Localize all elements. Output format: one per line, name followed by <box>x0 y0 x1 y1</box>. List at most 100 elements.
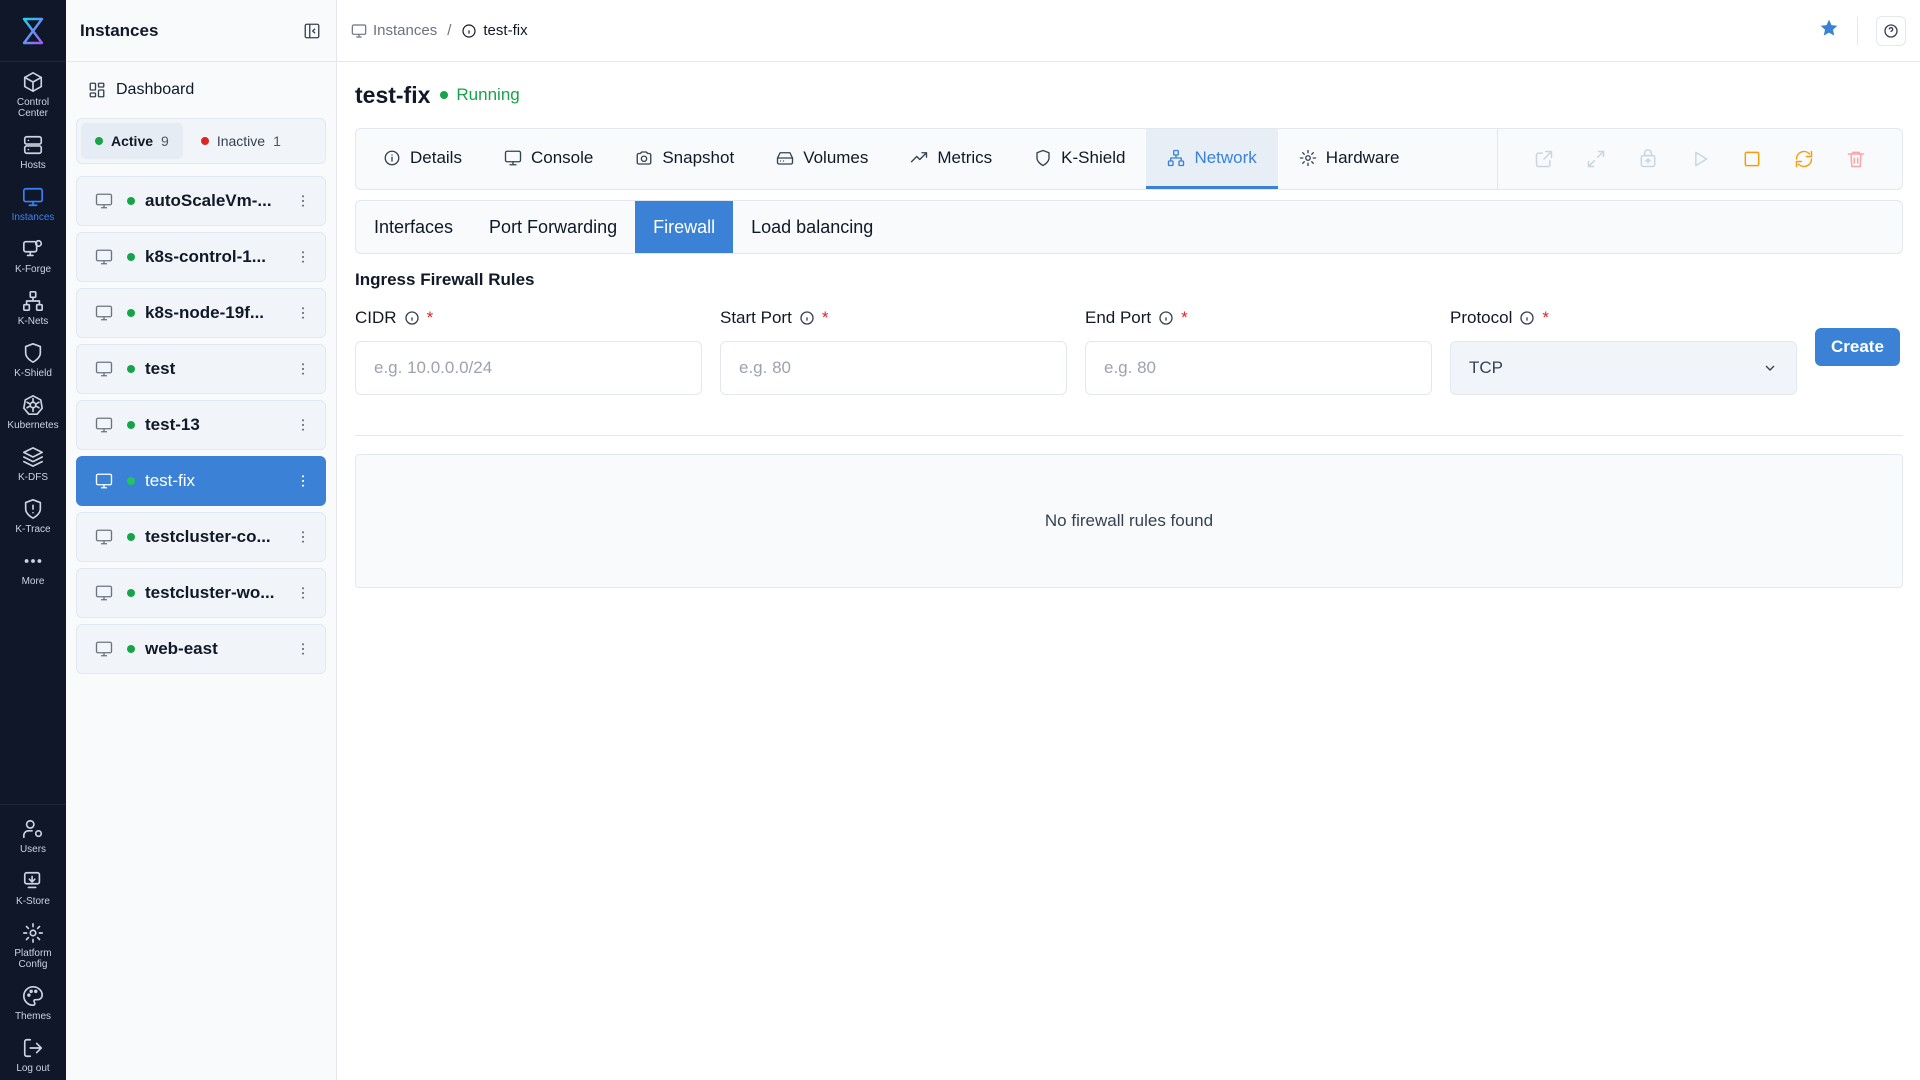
rail-item-k-nets[interactable]: K-Nets <box>0 281 66 333</box>
section-title: Ingress Firewall Rules <box>355 270 535 289</box>
rail-item-users[interactable]: Users <box>0 809 66 861</box>
info-icon <box>462 23 476 38</box>
info-icon[interactable] <box>1519 310 1535 326</box>
network-subtabs: Interfaces Port Forwarding Firewall Load… <box>355 200 1903 254</box>
instance-item[interactable]: testcluster-wo... <box>76 568 326 618</box>
forge-icon <box>23 239 43 257</box>
end-port-input[interactable] <box>1085 341 1432 395</box>
monitor-icon <box>95 585 113 601</box>
protocol-select[interactable]: TCP <box>1450 341 1797 395</box>
filter-inactive-button[interactable]: Inactive 1 <box>187 123 295 159</box>
migrate-button[interactable] <box>1632 143 1664 175</box>
rail-item-themes[interactable]: Themes <box>0 976 66 1028</box>
info-icon[interactable] <box>1158 310 1174 326</box>
topbar-divider <box>1857 16 1858 45</box>
trend-icon <box>911 151 928 162</box>
stop-button[interactable] <box>1736 143 1768 175</box>
instance-menu-button[interactable] <box>295 417 311 433</box>
rail-item-hosts[interactable]: Hosts <box>0 125 66 177</box>
expand-button[interactable] <box>1580 143 1612 175</box>
rail-item-log-out[interactable]: Log out <box>0 1028 66 1080</box>
rail-item-kubernetes[interactable]: Kubernetes <box>0 385 66 437</box>
info-icon[interactable] <box>404 310 420 326</box>
monitor-icon <box>504 150 522 165</box>
help-button[interactable] <box>1876 15 1906 46</box>
top-bar: Instances / test-fix <box>337 0 1920 62</box>
rail-label: K-DFS <box>18 472 48 483</box>
rail-item-control-center[interactable]: Control Center <box>0 62 66 125</box>
instance-item[interactable]: k8s-control-1... <box>76 232 326 282</box>
rail-item-k-trace[interactable]: K-Trace <box>0 489 66 541</box>
monitor-icon <box>95 361 113 377</box>
stop-icon <box>1744 151 1760 167</box>
subtab-port-forwarding[interactable]: Port Forwarding <box>471 201 635 253</box>
tab-hardware[interactable]: Hardware <box>1278 129 1421 189</box>
kebab-menu-icon <box>301 251 305 263</box>
tab-label: Metrics <box>937 147 993 167</box>
tab-network[interactable]: Network <box>1146 129 1278 189</box>
dashboard-icon <box>89 82 105 98</box>
collapse-sidebar-button[interactable] <box>302 21 322 41</box>
instance-item[interactable]: autoScaleVm-... <box>76 176 326 226</box>
instance-item[interactable]: test-fix <box>76 456 326 506</box>
monitor-icon <box>95 249 113 265</box>
instance-menu-button[interactable] <box>295 473 311 489</box>
instance-list: autoScaleVm-... k8s-control-1... k8s-node-… <box>66 176 336 674</box>
filter-inactive-label: Inactive <box>216 133 266 149</box>
open-external-button[interactable] <box>1528 143 1560 175</box>
instance-item[interactable]: web-east <box>76 624 326 674</box>
instance-menu-button[interactable] <box>295 529 311 545</box>
rail-item-instances[interactable]: Instances <box>0 177 66 229</box>
instance-item[interactable]: test-13 <box>76 400 326 450</box>
rail-label: K-Nets <box>17 316 49 327</box>
tab-label: Snapshot <box>662 147 735 167</box>
rail-label: Themes <box>14 1011 52 1022</box>
tab-details[interactable]: Details <box>362 129 483 189</box>
instance-item[interactable]: test <box>76 344 326 394</box>
rail-label: Control Center <box>16 97 50 119</box>
delete-button[interactable] <box>1840 143 1872 175</box>
subtab-load-balancing[interactable]: Load balancing <box>733 201 891 253</box>
subtab-interfaces[interactable]: Interfaces <box>356 201 471 253</box>
kebab-menu-icon <box>301 363 305 375</box>
instance-tabs: Details Console Snapshot Volumes Metrics… <box>355 128 1903 190</box>
monitor-icon <box>95 473 113 489</box>
instance-menu-button[interactable] <box>295 361 311 377</box>
tab-console[interactable]: Console <box>483 129 614 189</box>
tab-snapshot[interactable]: Snapshot <box>614 129 755 189</box>
rail-item-more[interactable]: More <box>0 541 66 593</box>
cidr-field-group: CIDR * <box>355 308 702 395</box>
instance-item[interactable]: testcluster-co... <box>76 512 326 562</box>
rail-item-k-forge[interactable]: K-Forge <box>0 229 66 281</box>
start-port-input[interactable] <box>720 341 1067 395</box>
dashboard-link[interactable]: Dashboard <box>66 62 336 118</box>
instance-menu-button[interactable] <box>295 305 311 321</box>
layers-icon <box>23 447 43 467</box>
instance-menu-button[interactable] <box>295 249 311 265</box>
tab-volumes[interactable]: Volumes <box>755 129 889 189</box>
rail-item-platform-config[interactable]: Platform Config <box>0 913 66 976</box>
subtab-firewall[interactable]: Firewall <box>635 201 734 253</box>
info-icon[interactable] <box>799 310 815 326</box>
instance-status-dot <box>127 253 135 261</box>
start-button[interactable] <box>1684 143 1716 175</box>
favorite-star-button[interactable] <box>1819 18 1839 43</box>
monitor-icon <box>351 23 367 38</box>
app-logo[interactable] <box>0 0 66 62</box>
instance-menu-button[interactable] <box>295 193 311 209</box>
breadcrumb-instances[interactable]: Instances <box>373 22 437 39</box>
inactive-status-dot <box>200 137 209 145</box>
rail-label: Instances <box>11 212 55 223</box>
restart-button[interactable] <box>1788 143 1820 175</box>
filter-active-button[interactable]: Active 9 <box>81 123 183 159</box>
rail-item-k-shield[interactable]: K-Shield <box>0 333 66 385</box>
create-button[interactable]: Create <box>1815 328 1900 366</box>
instance-menu-button[interactable] <box>295 585 311 601</box>
rail-item-k-dfs[interactable]: K-DFS <box>0 437 66 489</box>
tab-k-shield[interactable]: K-Shield <box>1013 129 1146 189</box>
instance-menu-button[interactable] <box>295 641 311 657</box>
tab-metrics[interactable]: Metrics <box>889 129 1013 189</box>
cidr-input[interactable] <box>355 341 702 395</box>
instance-item[interactable]: k8s-node-19f... <box>76 288 326 338</box>
rail-item-k-store[interactable]: K-Store <box>0 861 66 913</box>
